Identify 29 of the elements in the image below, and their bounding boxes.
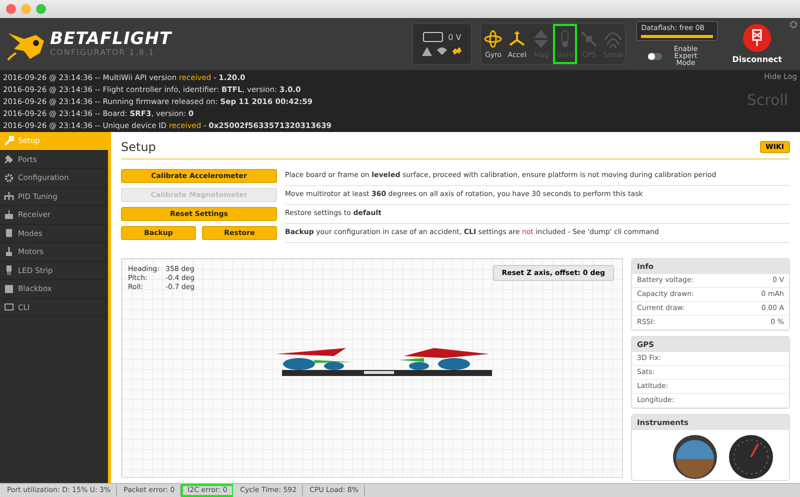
battery-voltage: 0 V [448,32,462,42]
expert-mode-toggle[interactable] [648,53,662,60]
settings-icon[interactable] [789,20,798,29]
wrench-icon [4,136,14,146]
disconnect-button[interactable]: Disconnect [732,24,782,64]
attitude-gauge-icon [672,434,718,480]
mag-sensor-icon [532,30,550,48]
battery-icon [423,32,444,42]
maximize-window-icon[interactable] [36,4,46,14]
terminal-icon [4,302,14,312]
plug-icon [4,154,14,164]
tree-icon [4,191,14,202]
sonar-sensor-icon [604,30,622,48]
heading-gauge-icon [728,434,774,480]
minimize-window-icon[interactable] [21,4,31,14]
page-title: Setup [121,140,156,154]
app-logo-text: BETAFLIGHT [50,31,172,48]
gyro-sensor-icon [484,30,502,48]
usb-plug-icon [743,24,772,52]
motor-icon [4,246,14,257]
app-version: CONFIGURATOR 1.8.1 [50,48,156,57]
accel-sensor-icon [508,30,526,48]
gear-icon [4,172,14,183]
led-icon [4,265,14,276]
warning-icon [422,46,432,56]
box-icon [4,284,14,294]
radio-icon [4,210,14,220]
close-window-icon[interactable] [6,4,16,14]
gps-sensor-icon [580,30,598,48]
